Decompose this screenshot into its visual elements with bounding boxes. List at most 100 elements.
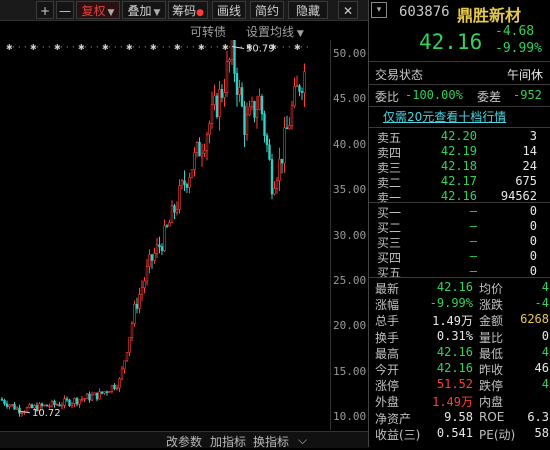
stat-label: 涨停 bbox=[375, 379, 400, 394]
marker-dot: · bbox=[228, 43, 231, 52]
marker-dot: · bbox=[66, 43, 69, 52]
overlay-label: 叠加 bbox=[127, 4, 152, 18]
marker-dot: · bbox=[132, 43, 135, 52]
candle-body bbox=[213, 95, 216, 105]
candle-body bbox=[230, 40, 234, 60]
stat-label: 今开 bbox=[375, 363, 400, 377]
level-volume: 0 bbox=[529, 249, 537, 263]
level-price: — bbox=[469, 234, 477, 248]
candle-body bbox=[43, 404, 46, 407]
marker-dot: · bbox=[306, 43, 309, 52]
candle-body bbox=[218, 89, 221, 118]
stat-label: 净资产 bbox=[375, 411, 412, 426]
menu-icon[interactable]: ▾ bbox=[371, 2, 387, 18]
price-axis-tick: 25.00 bbox=[333, 273, 367, 287]
candle-body bbox=[83, 398, 86, 400]
candle-body bbox=[95, 392, 99, 400]
simple-button[interactable]: 简约 bbox=[250, 1, 284, 19]
candle-body bbox=[275, 180, 279, 189]
candle-body bbox=[15, 407, 19, 410]
marker-dot: · bbox=[48, 43, 51, 52]
candle-body bbox=[255, 109, 259, 118]
adjust-dropdown[interactable]: 复权 ▼ bbox=[76, 1, 120, 19]
level-price: — bbox=[469, 204, 477, 218]
stock-name: 鼎胜新材 bbox=[457, 6, 522, 25]
candle-body bbox=[63, 398, 66, 406]
marker-dot: · bbox=[186, 43, 189, 52]
stat-value: 0.541 bbox=[436, 425, 473, 440]
stat-label: 量比 bbox=[479, 330, 504, 345]
level-price: 42.20 bbox=[440, 129, 477, 143]
zoom-out-button[interactable]: — bbox=[56, 1, 74, 19]
chart-toolbar: + — 复权 ▼ 叠加 ▼ 筹码● 画线 简约 隐藏 ✕ bbox=[0, 0, 368, 21]
stat-label: 金额 bbox=[479, 314, 504, 329]
candle-body bbox=[110, 384, 114, 392]
marker-dot: · bbox=[144, 43, 147, 52]
candlestick-chart[interactable]: ✱···✱···✱···✱···✱···✱···✱···✱···✱···✱···… bbox=[0, 40, 368, 431]
stat-value: -4 bbox=[534, 296, 549, 311]
price-change-pct: -9.99% bbox=[495, 41, 542, 56]
change-params-button[interactable]: 改参数 bbox=[166, 433, 202, 450]
candle-body bbox=[240, 87, 244, 107]
candle-body bbox=[103, 391, 106, 394]
close-icon[interactable]: ✕ bbox=[338, 1, 358, 19]
candle-body bbox=[113, 384, 116, 389]
set-ma-dropdown[interactable]: 设置均线 ▼ bbox=[246, 23, 304, 40]
candle-body bbox=[10, 404, 14, 406]
change-indicator-button[interactable]: 换指标 bbox=[253, 433, 289, 450]
quote-panel: ▾ 603876 鼎胜新材 42.16 -4.68 -9.99% 交易状态 午间… bbox=[368, 0, 550, 447]
commission-ratio: -100.00% bbox=[405, 88, 463, 102]
candle-body bbox=[290, 105, 294, 126]
overlay-dropdown[interactable]: 叠加 ▼ bbox=[122, 1, 166, 19]
candle-body bbox=[228, 59, 231, 62]
zoom-in-button[interactable]: + bbox=[36, 1, 54, 19]
level-volume: 14 bbox=[522, 144, 537, 158]
stat-label: 涨幅 bbox=[375, 298, 400, 313]
price-axis-tick: 45.00 bbox=[333, 92, 367, 106]
candle-body bbox=[130, 323, 134, 338]
candle-body bbox=[20, 412, 24, 414]
stat-label: 均价 bbox=[479, 282, 504, 296]
candle-body bbox=[238, 87, 241, 95]
stat-value: 0 bbox=[541, 328, 549, 343]
drawing-button[interactable]: 画线 bbox=[212, 1, 246, 19]
candle-body bbox=[78, 399, 81, 405]
ten-level-promo-link[interactable]: 仅需20元查看十档行情 bbox=[383, 108, 506, 125]
level-volume: 0 bbox=[529, 264, 537, 278]
candle-body bbox=[105, 391, 109, 393]
red-dot-icon: ● bbox=[196, 8, 204, 18]
add-indicator-button[interactable]: 加指标 bbox=[210, 433, 246, 450]
marker-dot: · bbox=[18, 43, 21, 52]
marker-dot: · bbox=[162, 43, 165, 52]
candle-body bbox=[233, 40, 236, 74]
candle-body bbox=[125, 352, 129, 362]
candle-body bbox=[235, 73, 239, 95]
level-volume: 0 bbox=[529, 234, 537, 248]
candle-body bbox=[260, 95, 264, 115]
chips-button[interactable]: 筹码● bbox=[168, 1, 208, 19]
candle-body bbox=[173, 205, 176, 213]
stat-value: 6268 bbox=[520, 312, 549, 327]
candle-body bbox=[270, 159, 274, 195]
level-price: — bbox=[469, 264, 477, 278]
stat-value: 42.16 bbox=[436, 344, 473, 359]
stat-label: 总手 bbox=[375, 314, 400, 329]
candle-body bbox=[258, 95, 261, 110]
marker-dot: · bbox=[60, 43, 63, 52]
candle-body bbox=[28, 404, 31, 408]
divider bbox=[369, 202, 550, 203]
chevron-down-icon: ▼ bbox=[107, 8, 115, 18]
chevron-down-icon[interactable]: ⌵ bbox=[298, 433, 307, 448]
level-price: — bbox=[469, 249, 477, 263]
marker-dot: · bbox=[108, 43, 111, 52]
marker-dot: · bbox=[120, 43, 123, 52]
candle-body bbox=[143, 280, 146, 289]
hide-button[interactable]: 隐藏 bbox=[288, 1, 328, 19]
marker-dot: · bbox=[84, 43, 87, 52]
candle-body bbox=[80, 398, 84, 401]
convertible-bond-link[interactable]: 可转债 bbox=[190, 23, 226, 40]
chips-label: 筹码 bbox=[172, 4, 197, 18]
divider bbox=[369, 61, 550, 62]
chart-subbar: 可转债 设置均线 ▼ bbox=[0, 21, 368, 41]
candle-body bbox=[133, 303, 136, 324]
